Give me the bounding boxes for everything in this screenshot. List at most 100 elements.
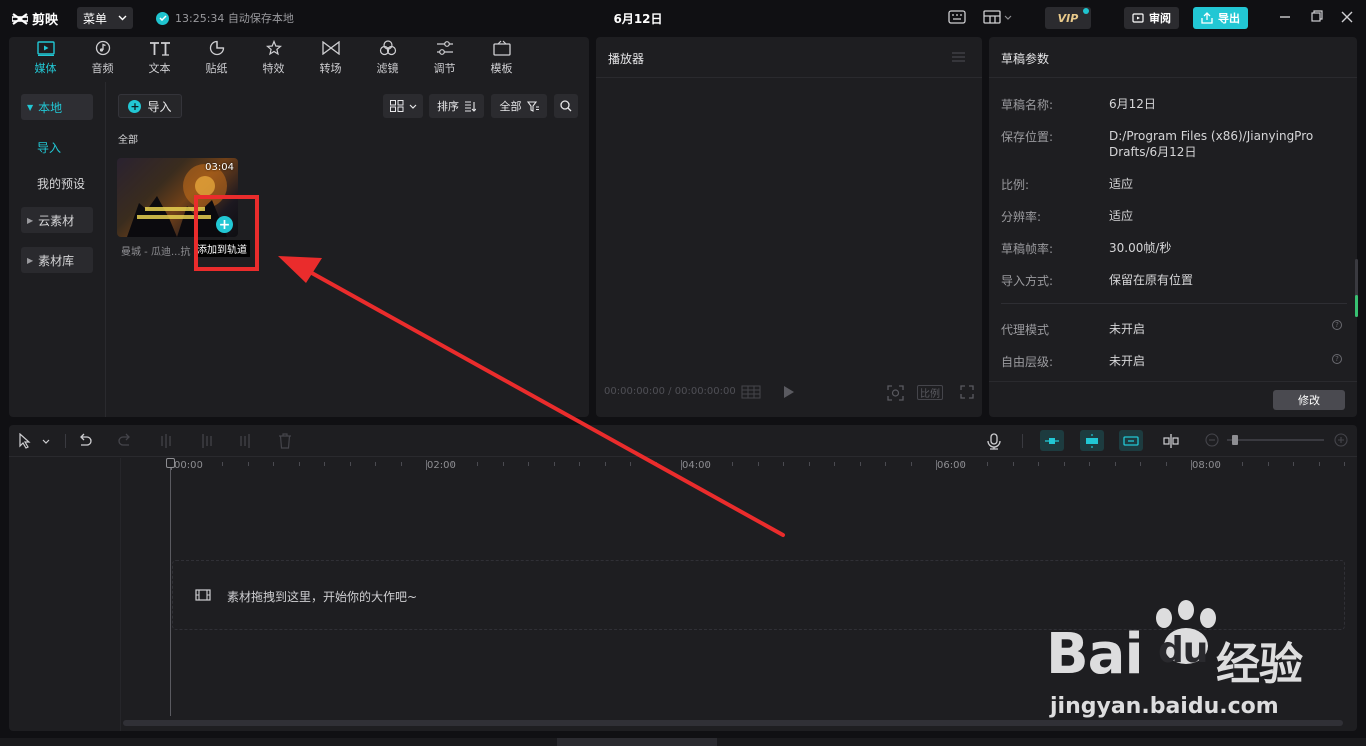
ruler-tick [885, 462, 886, 466]
microphone-icon[interactable] [987, 433, 1001, 450]
timeline-toolbar [9, 425, 1357, 457]
tab-label: 转场 [319, 61, 342, 75]
ruler-label: 00:00 [174, 460, 203, 471]
review-label: 审阅 [1149, 12, 1171, 25]
tab-text[interactable]: 文本 [131, 37, 188, 78]
tab-media[interactable]: 媒体 [17, 37, 74, 78]
param-label: 保存位置: [1001, 130, 1054, 144]
track-header-area [9, 458, 121, 731]
split-right-icon[interactable] [239, 433, 253, 449]
ratio-button[interactable]: 比例 [917, 385, 943, 400]
play-icon[interactable] [783, 385, 795, 399]
review-button[interactable]: 审阅 [1124, 7, 1179, 29]
ruler-tick [1114, 462, 1116, 466]
tab-sticker[interactable]: 贴纸 [188, 37, 245, 78]
param-value: 未开启 [1109, 354, 1146, 368]
zoom-in-icon[interactable] [1334, 433, 1348, 447]
media-sidebar: ▼ 本地 导入 我的预设 ▶ 云素材 ▶ 素材库 [9, 82, 106, 417]
ruler-tick [1140, 462, 1141, 466]
sort-icon [465, 100, 476, 112]
timeline-scrollbar[interactable] [123, 720, 1343, 726]
tab-effects[interactable]: 特效 [245, 37, 302, 78]
ruler-tick [1191, 460, 1192, 470]
minimize-icon[interactable] [1278, 10, 1292, 24]
ruler-tick [783, 462, 784, 466]
close-icon[interactable] [1340, 10, 1354, 24]
plus-icon: + [128, 99, 142, 113]
tab-filter[interactable]: 滤镜 [359, 37, 416, 78]
tab-audio[interactable]: 音频 [74, 37, 131, 78]
snap-button[interactable] [1080, 430, 1104, 451]
scrollbar-thumb[interactable] [1355, 295, 1358, 317]
ruler-tick [1344, 462, 1345, 466]
annotation-highlight-box [194, 195, 259, 271]
preview-axis-icon[interactable] [1162, 433, 1180, 449]
fullscreen-icon[interactable] [960, 385, 974, 399]
ruler-tick [273, 462, 274, 466]
undo-icon[interactable] [77, 433, 93, 449]
sidebar-item-library[interactable]: ▶ 素材库 [21, 247, 93, 273]
ruler-tick [528, 462, 529, 466]
playhead[interactable] [170, 458, 171, 716]
timeline-ruler[interactable]: 00:00 02:00 04:00 06:00 08:00 [167, 458, 1357, 476]
maximize-icon[interactable] [1309, 10, 1323, 24]
pointer-icon[interactable] [18, 433, 52, 449]
param-label: 代理模式 [1001, 323, 1050, 337]
view-mode-button[interactable] [383, 94, 423, 118]
linkage-button[interactable] [1119, 430, 1143, 451]
sort-button[interactable]: 排序 [429, 94, 484, 118]
zoom-slider[interactable] [1227, 439, 1324, 441]
ruler-tick [400, 462, 402, 466]
taskbar-item[interactable] [557, 738, 717, 746]
param-label: 比例: [1001, 178, 1030, 192]
menu-lines-icon[interactable] [952, 52, 965, 62]
split-left-icon[interactable] [199, 433, 213, 449]
import-button[interactable]: + 导入 [118, 94, 182, 118]
split-icon[interactable] [159, 433, 173, 449]
divider [65, 434, 66, 448]
sidebar-item-import[interactable]: 导入 [37, 139, 61, 156]
sidebar-item-label: 本地 [38, 100, 63, 115]
redo-icon[interactable] [117, 433, 133, 449]
sidebar-item-presets[interactable]: 我的预设 [37, 175, 85, 192]
help-icon[interactable]: ? [1332, 354, 1342, 364]
sidebar-item-cloud[interactable]: ▶ 云素材 [21, 207, 93, 233]
filter-button[interactable]: 全部 [491, 94, 547, 118]
help-icon[interactable]: ? [1332, 320, 1342, 330]
film-icon [195, 589, 211, 601]
search-button[interactable] [554, 94, 578, 118]
grid-view-icon[interactable] [741, 385, 761, 399]
modify-label: 修改 [1298, 394, 1320, 407]
ruler-tick [349, 462, 351, 466]
ruler-tick [1165, 462, 1167, 466]
zoom-out-icon[interactable] [1205, 433, 1219, 447]
vip-button[interactable]: VIP [1045, 7, 1091, 29]
watermark-brand-du: du [1158, 630, 1208, 671]
params-title: 草稿参数 [1001, 52, 1050, 66]
tab-template[interactable]: 模板 [473, 37, 530, 78]
fit-screen-icon[interactable] [887, 385, 904, 401]
ruler-tick [1267, 462, 1269, 466]
tab-transition[interactable]: 转场 [302, 37, 359, 78]
ruler-tick [732, 462, 733, 466]
watermark-suffix: 经验 [1216, 639, 1303, 690]
chevron-down-icon [409, 104, 416, 109]
playhead-handle[interactable] [166, 458, 175, 468]
ruler-tick [477, 462, 478, 466]
ruler-tick [987, 462, 988, 466]
export-button[interactable]: 导出 [1193, 7, 1248, 29]
tab-adjust[interactable]: 调节 [416, 37, 473, 78]
divider [596, 77, 982, 78]
link-track-icon [1045, 437, 1059, 444]
sidebar-item-local[interactable]: ▼ 本地 [21, 94, 93, 120]
ruler-tick [604, 462, 606, 466]
main-track-magnet-button[interactable] [1040, 430, 1064, 451]
ruler-tick [961, 462, 963, 466]
modify-button[interactable]: 修改 [1273, 390, 1345, 410]
keyboard-icon[interactable] [948, 9, 966, 25]
layout-icon[interactable] [983, 9, 1013, 25]
draft-params-panel: 草稿参数 草稿名称: 6月12日 保存位置: D:/Program Files … [989, 37, 1358, 417]
sticker-icon [209, 40, 224, 56]
zoom-slider-handle[interactable] [1232, 435, 1238, 445]
delete-icon[interactable] [278, 433, 292, 449]
